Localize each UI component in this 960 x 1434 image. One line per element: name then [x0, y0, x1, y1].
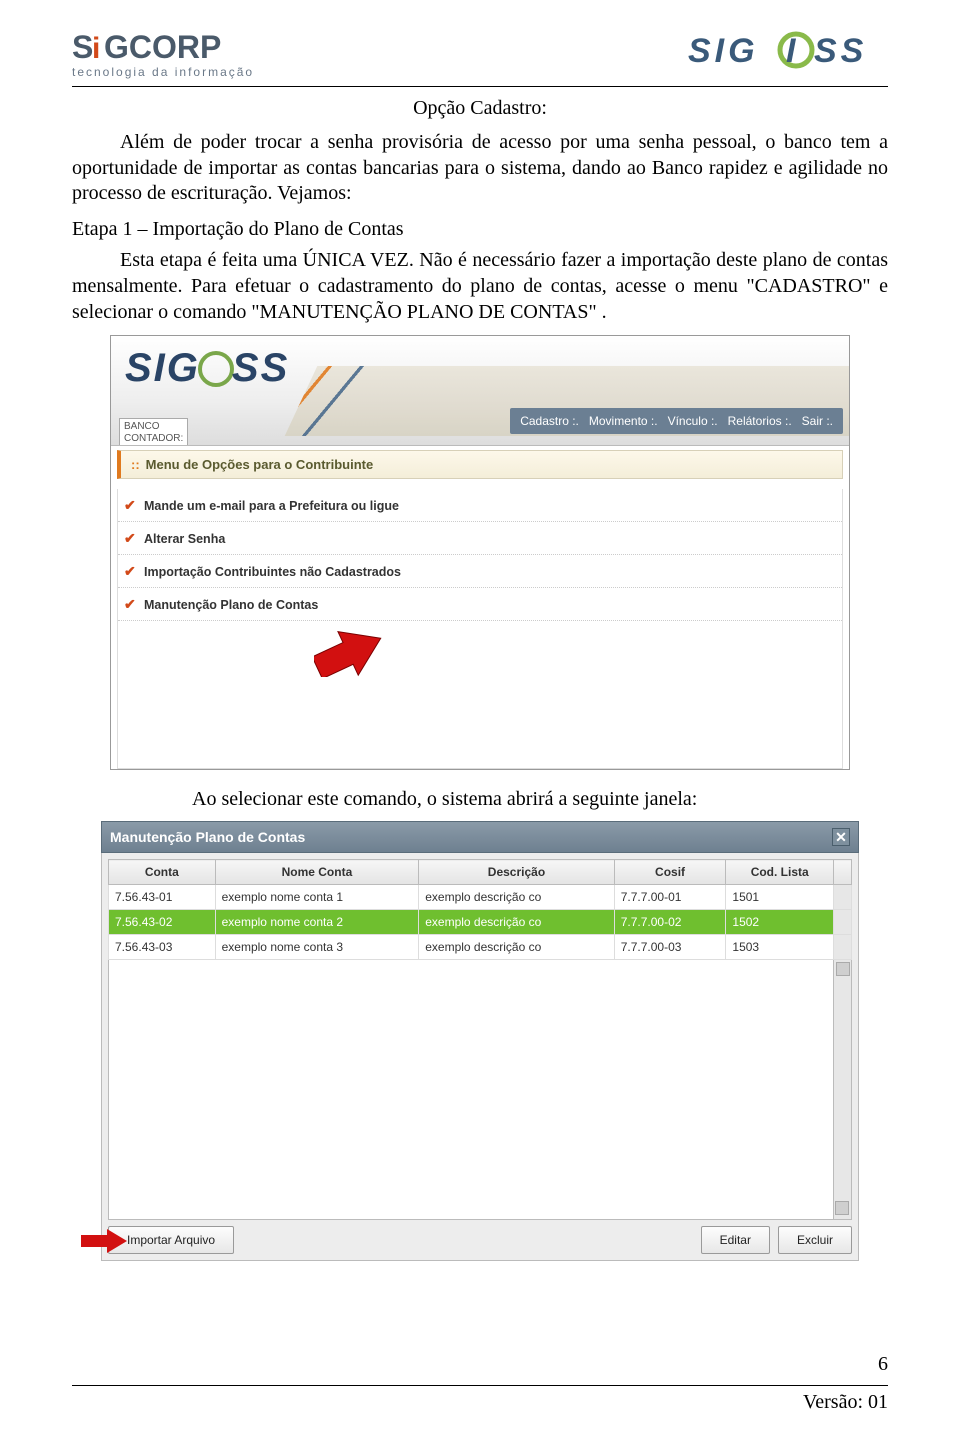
scrollbar[interactable] — [833, 960, 851, 1219]
footer-divider — [72, 1385, 888, 1386]
col-cod-lista[interactable]: Cod. Lista — [726, 860, 834, 885]
figure-dialog-screenshot: Manutenção Plano de Contas ✕ Conta Nome … — [101, 821, 859, 1261]
banco-contador-box: BANCO CONTADOR: — [119, 418, 188, 446]
nav-vinculo[interactable]: Vínculo :. — [668, 414, 718, 428]
figure-menu-screenshot: SIGSS BANCO CONTADOR: Cadastro :. Movime… — [110, 335, 850, 770]
sigcorp-logo-icon: S i GCORP tecnologia da informação — [72, 28, 292, 82]
sigiss-logo-icon: SIG I SS — [688, 28, 888, 76]
footer-red-arrow-icon — [81, 1229, 127, 1253]
col-cosif[interactable]: Cosif — [614, 860, 726, 885]
close-icon[interactable]: ✕ — [832, 828, 850, 846]
excluir-button[interactable]: Excluir — [778, 1226, 852, 1254]
table-row[interactable]: 7.56.43-01exemplo nome conta 1exemplo de… — [109, 885, 852, 910]
plano-contas-table: Conta Nome Conta Descrição Cosif Cod. Li… — [108, 859, 852, 960]
svg-text:i: i — [92, 32, 100, 65]
scroll-up-icon[interactable] — [836, 962, 850, 976]
col-conta[interactable]: Conta — [109, 860, 216, 885]
menu-item-alterar-senha[interactable]: Alterar Senha — [118, 522, 842, 555]
nav-cadastro[interactable]: Cadastro :. — [520, 414, 579, 428]
paragraph-intro: Além de poder trocar a senha provisória … — [72, 130, 888, 207]
svg-text:tecnologia da informação: tecnologia da informação — [72, 65, 254, 79]
scroll-down-icon[interactable] — [835, 1201, 849, 1215]
page-header: S i GCORP tecnologia da informação SIG I… — [72, 28, 888, 82]
menu-item-importacao[interactable]: Importação Contribuintes não Cadastrados — [118, 555, 842, 588]
menu-title-bar: ::Menu de Opções para o Contribuinte — [117, 450, 843, 479]
nav-relatorios[interactable]: Relátorios :. — [728, 414, 792, 428]
logo-sigcorp: S i GCORP tecnologia da informação — [72, 28, 292, 82]
section-title: Opção Cadastro: — [72, 97, 888, 120]
col-nome-conta[interactable]: Nome Conta — [215, 860, 419, 885]
col-descricao[interactable]: Descrição — [419, 860, 615, 885]
page-number: 6 — [878, 1353, 888, 1376]
svg-text:S: S — [72, 29, 93, 65]
menu-list: Mande um e-mail para a Prefeitura ou lig… — [117, 489, 843, 769]
svg-text:GCORP: GCORP — [104, 29, 221, 65]
logo-sigiss: SIG I SS — [688, 28, 888, 76]
app-banner: SIGSS BANCO CONTADOR: Cadastro :. Movime… — [111, 336, 849, 446]
svg-text:SIG: SIG — [688, 32, 759, 70]
header-divider — [72, 86, 888, 87]
svg-text:SS: SS — [814, 32, 867, 70]
etapa-heading: Etapa 1 – Importação do Plano de Contas — [72, 217, 888, 243]
dialog-title: Manutenção Plano de Contas — [110, 829, 305, 845]
svg-text:I: I — [786, 32, 797, 70]
menu-item-manutencao-plano[interactable]: Manutenção Plano de Contas — [118, 588, 842, 621]
figure-caption: Ao selecionar este comando, o sistema ab… — [192, 788, 888, 811]
top-nav: Cadastro :. Movimento :. Vínculo :. Relá… — [510, 408, 843, 434]
dialog-titlebar: Manutenção Plano de Contas ✕ — [101, 821, 859, 853]
menu-item-email[interactable]: Mande um e-mail para a Prefeitura ou lig… — [118, 489, 842, 522]
paragraph-instruction: Esta etapa é feita uma ÚNICA VEZ. Não é … — [72, 248, 888, 325]
table-row[interactable]: 7.56.43-02exemplo nome conta 2exemplo de… — [109, 910, 852, 935]
nav-movimento[interactable]: Movimento :. — [589, 414, 658, 428]
red-arrow-icon — [314, 629, 384, 677]
nav-sair[interactable]: Sair :. — [802, 414, 833, 428]
version-label: Versão: 01 — [803, 1391, 888, 1414]
table-row[interactable]: 7.56.43-03exemplo nome conta 3exemplo de… — [109, 935, 852, 960]
editar-button[interactable]: Editar — [701, 1226, 770, 1254]
